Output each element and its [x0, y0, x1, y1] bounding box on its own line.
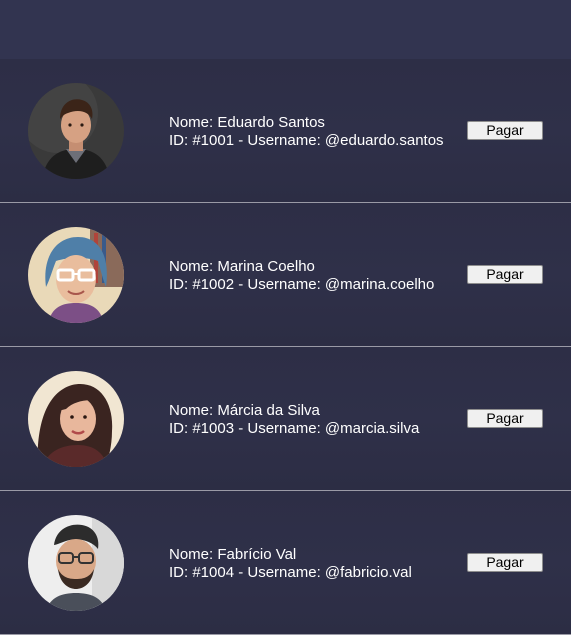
- avatar: [28, 371, 124, 467]
- avatar: [28, 83, 124, 179]
- user-info: Nome: Fabrício Val ID: #1004 - Username:…: [169, 546, 412, 582]
- user-name: Nome: Márcia da Silva: [169, 402, 320, 419]
- user-name: Nome: Eduardo Santos: [169, 114, 325, 131]
- user-id-username: ID: #1003 - Username: @marcia.silva: [169, 420, 420, 437]
- user-id-username: ID: #1001 - Username: @eduardo.santos: [169, 132, 444, 149]
- pay-button[interactable]: Pagar: [467, 409, 543, 428]
- user-row: Nome: Fabrício Val ID: #1004 - Username:…: [0, 491, 571, 635]
- user-info: Nome: Eduardo Santos ID: #1001 - Usernam…: [169, 114, 444, 150]
- user-row: Nome: Eduardo Santos ID: #1001 - Usernam…: [0, 59, 571, 203]
- avatar: [28, 515, 124, 611]
- user-name: Nome: Marina Coelho: [169, 258, 315, 275]
- pay-button[interactable]: Pagar: [467, 121, 543, 140]
- pay-button[interactable]: Pagar: [467, 265, 543, 284]
- user-name: Nome: Fabrício Val: [169, 546, 297, 563]
- user-list: Nome: Eduardo Santos ID: #1001 - Usernam…: [0, 59, 571, 635]
- user-id-username: ID: #1002 - Username: @marina.coelho: [169, 276, 435, 293]
- avatar: [28, 227, 124, 323]
- user-info: Nome: Márcia da Silva ID: #1003 - Userna…: [169, 402, 419, 438]
- pay-button[interactable]: Pagar: [467, 553, 543, 572]
- user-row: Nome: Marina Coelho ID: #1002 - Username…: [0, 203, 571, 347]
- user-info: Nome: Marina Coelho ID: #1002 - Username…: [169, 258, 434, 294]
- top-header-bar: [0, 0, 571, 59]
- user-row: Nome: Márcia da Silva ID: #1003 - Userna…: [0, 347, 571, 491]
- user-id-username: ID: #1004 - Username: @fabricio.val: [169, 564, 412, 581]
